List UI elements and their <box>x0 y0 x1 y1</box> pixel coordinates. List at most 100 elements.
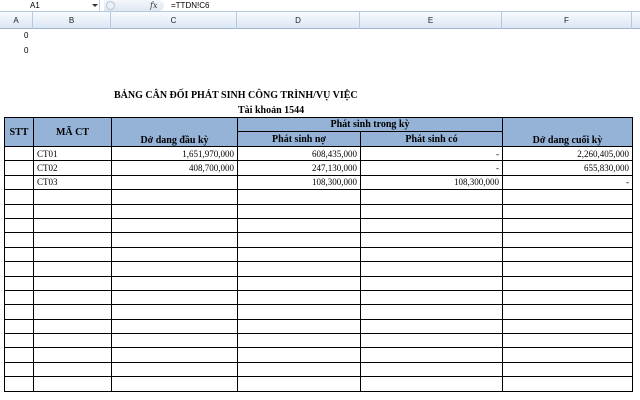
empty-cell[interactable] <box>4 361 34 378</box>
empty-cell[interactable] <box>111 275 238 291</box>
empty-cell[interactable] <box>111 376 238 392</box>
cell-dau-ky[interactable]: 1,651,970,000 <box>111 145 238 162</box>
empty-cell[interactable] <box>4 246 34 263</box>
empty-cell[interactable] <box>4 203 34 219</box>
cell-ma-ct[interactable]: CT02 <box>33 160 112 176</box>
empty-cell[interactable] <box>33 376 112 392</box>
empty-cell[interactable] <box>502 261 633 277</box>
empty-cell[interactable] <box>360 261 503 277</box>
cell-a1[interactable]: 0 <box>24 31 28 40</box>
empty-cell[interactable] <box>237 376 361 392</box>
empty-cell[interactable] <box>33 189 112 205</box>
empty-cell[interactable] <box>33 347 112 363</box>
empty-cell[interactable] <box>360 347 503 363</box>
empty-cell[interactable] <box>502 246 633 263</box>
empty-cell[interactable] <box>237 246 361 263</box>
empty-cell[interactable] <box>360 203 503 219</box>
empty-cell[interactable] <box>33 318 112 335</box>
cell-a2[interactable]: 0 <box>24 46 28 55</box>
empty-cell[interactable] <box>4 289 34 306</box>
empty-cell[interactable] <box>502 289 633 306</box>
cell-cuoi-ky[interactable]: 655,830,000 <box>502 160 633 176</box>
empty-cell[interactable] <box>111 347 238 363</box>
empty-cell[interactable] <box>237 289 361 306</box>
column-header-b[interactable]: B <box>33 12 111 29</box>
empty-cell[interactable] <box>360 189 503 205</box>
empty-cell[interactable] <box>4 261 34 277</box>
formula-input[interactable]: =TTDN!C6 <box>168 0 640 11</box>
empty-cell[interactable] <box>4 304 34 320</box>
column-header-c[interactable]: C <box>111 12 237 29</box>
empty-cell[interactable] <box>502 232 633 248</box>
empty-cell[interactable] <box>33 232 112 248</box>
empty-cell[interactable] <box>237 304 361 320</box>
cell-phat-sinh-co[interactable]: - <box>360 160 503 176</box>
cell-cuoi-ky[interactable]: - <box>502 174 633 191</box>
empty-cell[interactable] <box>4 232 34 248</box>
empty-cell[interactable] <box>4 347 34 363</box>
empty-cell[interactable] <box>360 376 503 392</box>
empty-cell[interactable] <box>237 189 361 205</box>
empty-cell[interactable] <box>360 275 503 291</box>
empty-cell[interactable] <box>33 333 112 349</box>
empty-cell[interactable] <box>111 246 238 263</box>
empty-cell[interactable] <box>237 318 361 335</box>
empty-cell[interactable] <box>360 304 503 320</box>
cell-dau-ky[interactable] <box>111 174 238 191</box>
empty-cell[interactable] <box>33 217 112 234</box>
empty-cell[interactable] <box>502 304 633 320</box>
cell-stt[interactable] <box>4 174 34 191</box>
empty-cell[interactable] <box>360 217 503 234</box>
column-header-a[interactable]: A <box>0 12 33 29</box>
cell-phat-sinh-no[interactable]: 108,300,000 <box>237 174 361 191</box>
empty-cell[interactable] <box>360 289 503 306</box>
cell-dau-ky[interactable]: 408,700,000 <box>111 160 238 176</box>
empty-cell[interactable] <box>237 261 361 277</box>
empty-cell[interactable] <box>4 376 34 392</box>
empty-cell[interactable] <box>502 217 633 234</box>
name-box[interactable]: A1 <box>0 0 100 11</box>
empty-cell[interactable] <box>360 246 503 263</box>
empty-cell[interactable] <box>4 333 34 349</box>
empty-cell[interactable] <box>33 261 112 277</box>
empty-cell[interactable] <box>4 275 34 291</box>
chevron-down-icon[interactable] <box>92 4 98 7</box>
empty-cell[interactable] <box>237 203 361 219</box>
cell-phat-sinh-no[interactable]: 247,130,000 <box>237 160 361 176</box>
empty-cell[interactable] <box>33 304 112 320</box>
cell-ma-ct[interactable]: CT03 <box>33 174 112 191</box>
cell-phat-sinh-co[interactable]: 108,300,000 <box>360 174 503 191</box>
cell-phat-sinh-co[interactable]: - <box>360 145 503 162</box>
empty-cell[interactable] <box>502 333 633 349</box>
empty-cell[interactable] <box>502 376 633 392</box>
empty-cell[interactable] <box>237 275 361 291</box>
empty-cell[interactable] <box>502 189 633 205</box>
cell-cuoi-ky[interactable]: 2,260,405,000 <box>502 145 633 162</box>
empty-cell[interactable] <box>360 361 503 378</box>
empty-cell[interactable] <box>237 333 361 349</box>
empty-cell[interactable] <box>237 347 361 363</box>
empty-cell[interactable] <box>502 361 633 378</box>
empty-cell[interactable] <box>360 333 503 349</box>
empty-cell[interactable] <box>502 318 633 335</box>
empty-cell[interactable] <box>360 232 503 248</box>
empty-cell[interactable] <box>237 217 361 234</box>
cell-stt[interactable] <box>4 160 34 176</box>
empty-cell[interactable] <box>111 217 238 234</box>
empty-cell[interactable] <box>237 232 361 248</box>
empty-cell[interactable] <box>502 203 633 219</box>
empty-cell[interactable] <box>111 333 238 349</box>
empty-cell[interactable] <box>111 261 238 277</box>
empty-cell[interactable] <box>111 289 238 306</box>
empty-cell[interactable] <box>4 189 34 205</box>
empty-cell[interactable] <box>33 203 112 219</box>
empty-cell[interactable] <box>111 189 238 205</box>
column-header-e[interactable]: E <box>360 12 502 29</box>
cell-phat-sinh-no[interactable]: 608,435,000 <box>237 145 361 162</box>
empty-cell[interactable] <box>360 318 503 335</box>
insert-function-icon[interactable]: fx <box>150 0 157 11</box>
empty-cell[interactable] <box>111 361 238 378</box>
empty-cell[interactable] <box>502 275 633 291</box>
empty-cell[interactable] <box>502 347 633 363</box>
empty-cell[interactable] <box>111 203 238 219</box>
